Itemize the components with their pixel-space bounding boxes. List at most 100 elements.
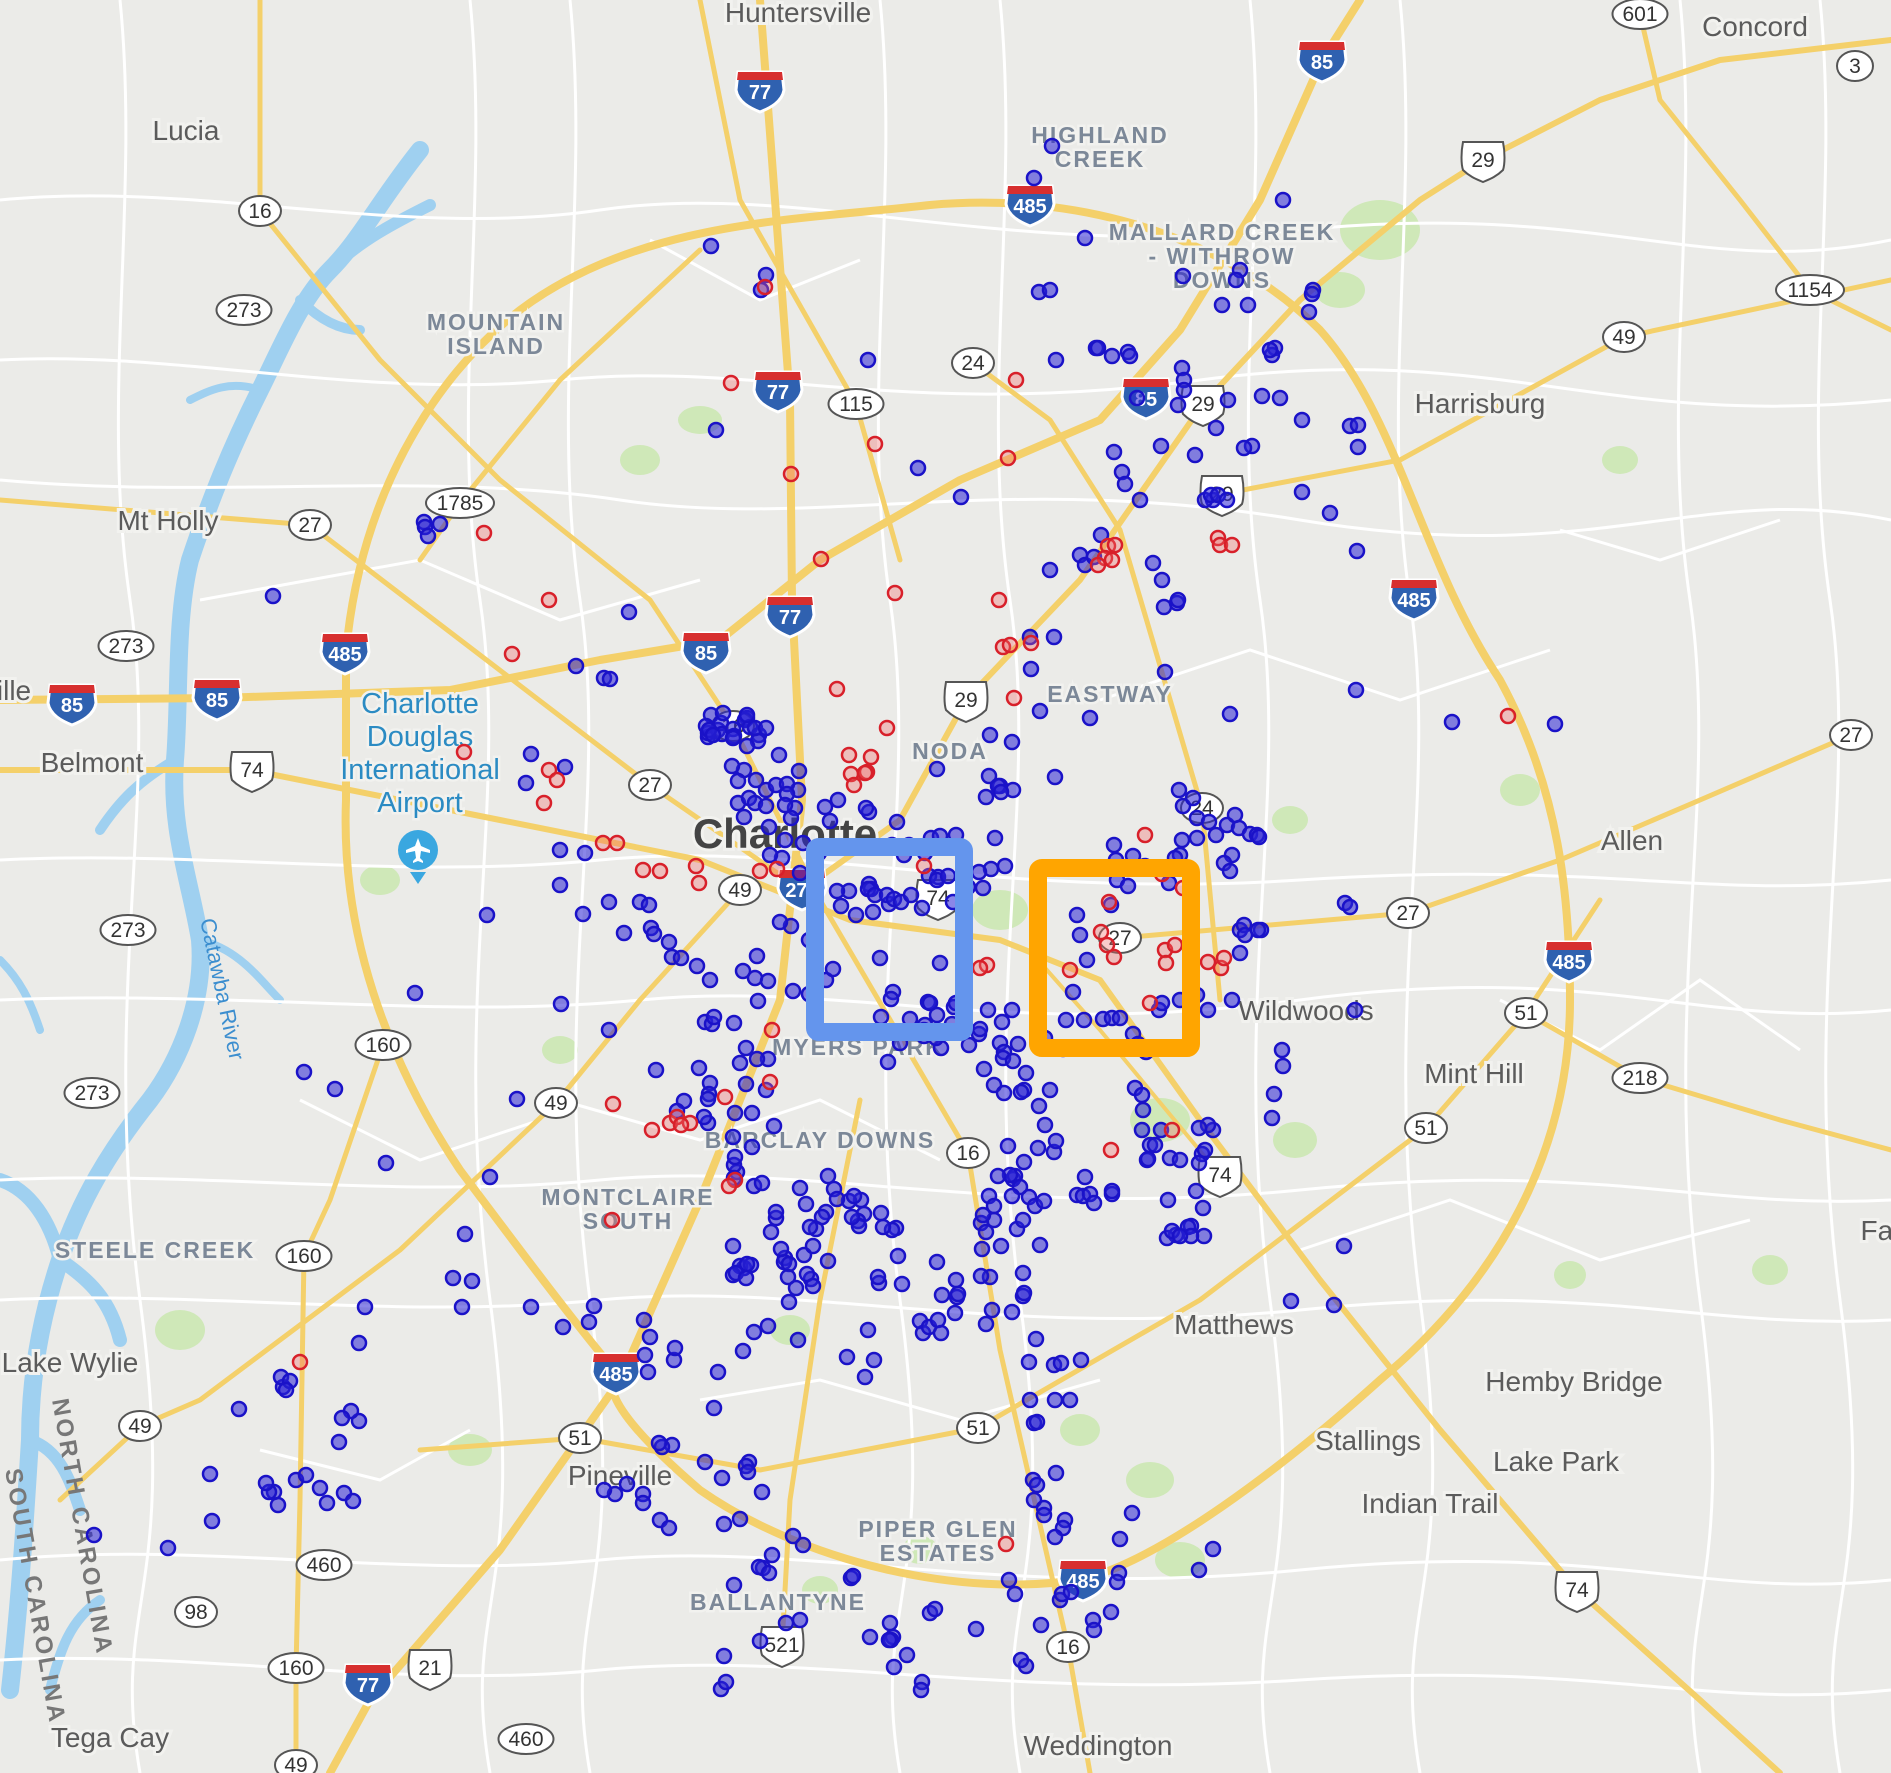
blue-location-marker[interactable]	[580, 1313, 598, 1331]
blue-location-marker[interactable]	[257, 1474, 275, 1492]
blue-location-marker[interactable]	[1144, 554, 1162, 572]
blue-location-marker[interactable]	[1123, 1504, 1141, 1522]
blue-location-marker[interactable]	[650, 1434, 668, 1452]
blue-location-marker[interactable]	[1111, 1530, 1129, 1548]
blue-location-marker[interactable]	[1263, 1109, 1281, 1127]
blue-location-marker[interactable]	[874, 1218, 892, 1236]
blue-location-marker[interactable]	[1045, 628, 1063, 646]
blue-location-marker[interactable]	[696, 1453, 714, 1471]
blue-location-marker[interactable]	[1187, 1182, 1205, 1200]
red-location-marker[interactable]	[763, 1021, 781, 1039]
blue-location-marker[interactable]	[600, 1021, 618, 1039]
blue-location-marker[interactable]	[864, 903, 882, 921]
blue-location-marker[interactable]	[753, 1174, 771, 1192]
red-location-marker[interactable]	[1157, 954, 1175, 972]
blue-location-marker[interactable]	[297, 1466, 315, 1484]
blue-location-marker[interactable]	[737, 1039, 755, 1057]
blue-location-marker[interactable]	[871, 949, 889, 967]
red-location-marker[interactable]	[990, 591, 1008, 609]
red-location-marker[interactable]	[1141, 994, 1159, 1012]
blue-location-marker[interactable]	[879, 1053, 897, 1071]
blue-location-marker[interactable]	[1131, 491, 1149, 509]
blue-location-marker[interactable]	[481, 1168, 499, 1186]
red-location-marker[interactable]	[651, 862, 669, 880]
blue-location-marker[interactable]	[1015, 1284, 1033, 1302]
red-location-marker[interactable]	[608, 834, 626, 852]
blue-location-marker[interactable]	[666, 1339, 684, 1357]
blue-location-marker[interactable]	[1194, 1199, 1212, 1217]
red-location-marker[interactable]	[722, 374, 740, 392]
blue-location-marker[interactable]	[724, 1237, 742, 1255]
blue-location-marker[interactable]	[522, 745, 540, 763]
blue-location-marker[interactable]	[753, 1483, 771, 1501]
blue-location-marker[interactable]	[748, 947, 766, 965]
blue-location-marker[interactable]	[791, 1179, 809, 1197]
blue-location-marker[interactable]	[1119, 877, 1137, 895]
blue-location-marker[interactable]	[751, 1632, 769, 1650]
blue-location-marker[interactable]	[746, 969, 764, 987]
blue-location-marker[interactable]	[1102, 1603, 1120, 1621]
red-location-marker[interactable]	[1102, 1141, 1120, 1159]
blue-location-marker[interactable]	[726, 1104, 744, 1122]
blue-location-marker[interactable]	[970, 863, 988, 881]
blue-location-marker[interactable]	[552, 995, 570, 1013]
blue-location-marker[interactable]	[1171, 1151, 1189, 1169]
blue-location-marker[interactable]	[556, 758, 574, 776]
blue-location-marker[interactable]	[1014, 1211, 1032, 1229]
blue-location-marker[interactable]	[1349, 438, 1367, 456]
blue-location-marker[interactable]	[1076, 1168, 1094, 1186]
blue-location-marker[interactable]	[508, 1090, 526, 1108]
blue-location-marker[interactable]	[804, 1277, 822, 1295]
blue-location-marker[interactable]	[1175, 381, 1193, 399]
blue-location-marker[interactable]	[326, 1080, 344, 1098]
blue-location-marker[interactable]	[725, 1576, 743, 1594]
blue-location-marker[interactable]	[739, 1463, 757, 1481]
blue-location-marker[interactable]	[1188, 829, 1206, 847]
blue-location-marker[interactable]	[881, 1614, 899, 1632]
blue-location-marker[interactable]	[996, 857, 1014, 875]
red-location-marker[interactable]	[856, 764, 874, 782]
blue-location-marker[interactable]	[975, 1060, 993, 1078]
blue-location-marker[interactable]	[759, 1317, 777, 1335]
blue-location-marker[interactable]	[551, 876, 569, 894]
red-location-marker[interactable]	[548, 771, 566, 789]
red-location-marker[interactable]	[540, 591, 558, 609]
blue-location-marker[interactable]	[760, 1564, 778, 1582]
blue-location-marker[interactable]	[230, 1400, 248, 1418]
red-location-marker[interactable]	[999, 449, 1017, 467]
blue-location-marker[interactable]	[635, 1311, 653, 1329]
blue-location-marker[interactable]	[574, 905, 592, 923]
blue-location-marker[interactable]	[1017, 1064, 1035, 1082]
blue-location-marker[interactable]	[789, 1331, 807, 1349]
blue-location-marker[interactable]	[1159, 1191, 1177, 1209]
red-location-marker[interactable]	[720, 1177, 738, 1195]
blue-location-marker[interactable]	[1078, 951, 1096, 969]
blue-location-marker[interactable]	[1116, 475, 1134, 493]
blue-location-marker[interactable]	[1261, 341, 1279, 359]
blue-location-marker[interactable]	[743, 1104, 761, 1122]
blue-location-marker[interactable]	[585, 1297, 603, 1315]
blue-location-marker[interactable]	[885, 1658, 903, 1676]
blue-location-marker[interactable]	[705, 1008, 723, 1026]
blue-location-marker[interactable]	[880, 1631, 898, 1649]
blue-location-marker[interactable]	[1015, 1153, 1033, 1171]
blue-location-marker[interactable]	[1128, 389, 1146, 407]
blue-location-marker[interactable]	[973, 1240, 991, 1258]
blue-location-marker[interactable]	[912, 1681, 930, 1699]
blue-location-marker[interactable]	[639, 1363, 657, 1381]
blue-location-marker[interactable]	[1029, 1139, 1047, 1157]
blue-location-marker[interactable]	[1009, 1035, 1027, 1053]
red-location-marker[interactable]	[716, 1088, 734, 1106]
blue-location-marker[interactable]	[790, 762, 808, 780]
blue-location-marker[interactable]	[1035, 1506, 1053, 1524]
red-location-marker[interactable]	[603, 1211, 621, 1229]
blue-location-marker[interactable]	[1003, 1187, 1021, 1205]
red-location-marker[interactable]	[1001, 636, 1019, 654]
blue-location-marker[interactable]	[1046, 1528, 1064, 1546]
blue-location-marker[interactable]	[1006, 1585, 1024, 1603]
blue-location-marker[interactable]	[1170, 781, 1188, 799]
blue-location-marker[interactable]	[971, 1020, 989, 1038]
blue-location-marker[interactable]	[872, 1204, 890, 1222]
red-location-marker[interactable]	[812, 550, 830, 568]
blue-location-marker[interactable]	[1103, 347, 1121, 365]
